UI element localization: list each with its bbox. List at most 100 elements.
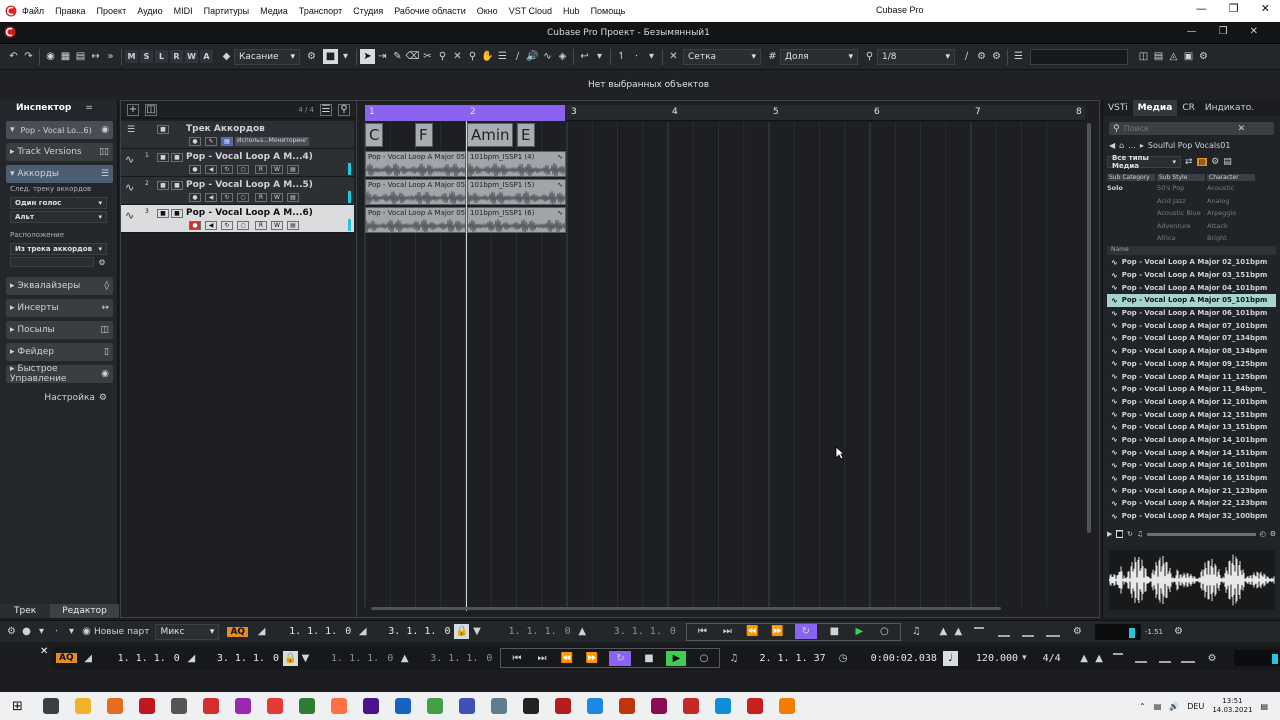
firefox-icon[interactable] bbox=[107, 698, 123, 714]
mix-select[interactable]: Микс ▾ bbox=[155, 623, 220, 640]
solo-button[interactable]: ■ bbox=[171, 153, 183, 162]
list-item[interactable]: ∿ Pop - Vocal Loop A Major 03_151bpm bbox=[1107, 269, 1276, 282]
layout-icon[interactable]: ▤ bbox=[1223, 157, 1232, 167]
filter-value[interactable]: Africa bbox=[1157, 234, 1205, 247]
task-view-icon[interactable] bbox=[43, 698, 59, 714]
read-button[interactable]: ↻ bbox=[221, 165, 233, 174]
back-icon[interactable]: ◀ bbox=[1109, 141, 1115, 150]
range-icon[interactable]: ⇥ bbox=[375, 49, 390, 64]
right-locator[interactable]: 3. 1. 1. bbox=[384, 626, 440, 637]
edit-icon[interactable]: ✎ bbox=[205, 137, 217, 146]
lanes-button[interactable]: W bbox=[271, 165, 283, 174]
track-name[interactable]: Pop - Vocal Loop A M...4) bbox=[186, 152, 313, 162]
play-icon[interactable]: ▶ bbox=[852, 624, 867, 639]
stop-icon[interactable]: ■ bbox=[1116, 530, 1124, 538]
tab-индикато[interactable]: Индикато. bbox=[1200, 100, 1259, 116]
edge-icon[interactable] bbox=[715, 698, 731, 714]
settings-icon[interactable]: ⚙ bbox=[1171, 624, 1186, 639]
chevron-down-icon[interactable]: ▾ bbox=[592, 49, 607, 64]
left-locator-ticks[interactable]: 0 bbox=[341, 626, 355, 637]
lock-icon[interactable]: 🔒 bbox=[283, 650, 299, 666]
chevron-down-icon[interactable]: ▾ bbox=[34, 624, 49, 639]
filter-value[interactable]: 50's Pop bbox=[1157, 184, 1205, 197]
layout-right-icon[interactable]: ◬ bbox=[1166, 49, 1181, 64]
close-icon[interactable]: ✕ bbox=[1261, 2, 1270, 15]
lock-icon[interactable]: ● bbox=[189, 137, 201, 146]
stop-icon[interactable]: ■ bbox=[827, 624, 842, 639]
tab-медиа[interactable]: Медиа bbox=[1132, 100, 1178, 116]
left-locator[interactable]: 1. 1. 1. bbox=[114, 653, 170, 664]
mode-button-s[interactable]: S bbox=[140, 50, 153, 63]
left-locator-icon[interactable]: ◢ bbox=[254, 624, 269, 639]
mode-button-m[interactable]: M bbox=[125, 50, 138, 63]
folder-icon[interactable]: ◫ bbox=[145, 103, 157, 116]
search-input[interactable] bbox=[1123, 124, 1234, 133]
horizontal-scrollbar[interactable] bbox=[371, 607, 1001, 610]
right-locator[interactable]: 3. 1. 1. bbox=[213, 653, 269, 664]
list-item[interactable]: ∿ Pop - Vocal Loop A Major 04_101bpm bbox=[1107, 281, 1276, 294]
forward-icon[interactable]: » bbox=[103, 49, 118, 64]
chevron-down-icon[interactable]: ▾ bbox=[338, 49, 353, 64]
snap-toggle-icon[interactable]: ✕ bbox=[666, 49, 681, 64]
lanes-button[interactable]: W bbox=[271, 221, 283, 230]
mode-button-a[interactable]: A bbox=[200, 50, 213, 63]
glue-icon[interactable]: ⚲ bbox=[435, 49, 450, 64]
play-icon[interactable]: ▶ bbox=[1107, 530, 1112, 538]
punch-in-position[interactable]: 1. 1. 1. bbox=[504, 626, 560, 637]
grid-icon[interactable]: # bbox=[765, 49, 780, 64]
zoom-icon[interactable]: ⚲ bbox=[465, 49, 480, 64]
list-button[interactable]: ▤ bbox=[287, 165, 299, 174]
hand-icon[interactable]: ✋ bbox=[480, 49, 495, 64]
audio-track[interactable]: ∿ 3 ■ ■ Pop - Vocal Loop A M...6) ● ◀ ↻ ○ R W ▤ bbox=[121, 205, 354, 233]
metronome-icon[interactable]: ♫ bbox=[909, 624, 924, 639]
stop-icon[interactable]: ■ bbox=[641, 651, 656, 666]
media-type-select[interactable]: Все типы Медиа ▾ bbox=[1107, 154, 1181, 170]
track-name[interactable]: Pop - Vocal Loop A M...6) bbox=[186, 208, 313, 218]
tray-arrow-icon[interactable]: ⌃ bbox=[1139, 702, 1146, 711]
ruler[interactable]: 1 2 3 4 5 6 7 8 bbox=[365, 105, 1085, 121]
grid-type-select[interactable]: Сетка ▾ bbox=[683, 48, 761, 65]
cubase-icon[interactable] bbox=[747, 698, 763, 714]
punch-out-icon[interactable]: ▲ bbox=[575, 624, 590, 639]
audio-track[interactable]: ∿ 1 ■ ■ Pop - Vocal Loop A M...4) ● ◀ ↻ ○ R W ▤ bbox=[121, 149, 354, 177]
left-locator-ticks[interactable]: 0 bbox=[170, 653, 184, 664]
premiere-icon[interactable] bbox=[363, 698, 379, 714]
chevron-down-icon[interactable]: ▾ bbox=[1022, 653, 1027, 663]
chord-track[interactable]: ☰ ■ Трек Аккордов ● ✎ ▤ Использ...Монито… bbox=[121, 121, 354, 149]
grid-unit-select[interactable]: Доля ▾ bbox=[780, 48, 858, 65]
go-to-end-icon[interactable]: ⏭ bbox=[720, 624, 735, 639]
list-item[interactable]: ∿ Pop - Vocal Loop A Major 11_84bpm_ bbox=[1107, 383, 1276, 396]
os-menu-item[interactable]: Студия bbox=[353, 6, 383, 16]
volume-icon[interactable]: 🔊 bbox=[1169, 702, 1179, 711]
cycle-range[interactable] bbox=[365, 105, 565, 121]
app-icon[interactable] bbox=[267, 698, 283, 714]
list-item[interactable]: ∿ Pop - Vocal Loop A Major 06_101bpm bbox=[1107, 307, 1276, 320]
tab-cr[interactable]: CR bbox=[1177, 100, 1200, 116]
quantize-select[interactable]: 1/8 ▾ bbox=[877, 48, 955, 65]
filter-value[interactable]: Adventure bbox=[1157, 222, 1205, 235]
os-menu-item[interactable]: Транспорт bbox=[299, 6, 342, 16]
filter-value[interactable]: Acid Jazz bbox=[1157, 197, 1205, 210]
inspector-menu-icon[interactable]: = bbox=[85, 103, 93, 113]
column-header[interactable]: Sub Category bbox=[1107, 174, 1155, 181]
punch-out-position[interactable]: 3. 1. 1. bbox=[426, 653, 482, 664]
app-icon[interactable] bbox=[587, 698, 603, 714]
app-icon[interactable] bbox=[619, 698, 635, 714]
app-icon[interactable] bbox=[331, 698, 347, 714]
scissors-icon[interactable]: ✂ bbox=[420, 49, 435, 64]
os-menu-item[interactable]: Медиа bbox=[260, 6, 288, 16]
audio-event[interactable]: Pop - Vocal Loop A Major 05 bbox=[365, 207, 466, 233]
fade-handle-icon[interactable]: ∿ bbox=[557, 181, 563, 189]
eraser-icon[interactable]: ⌫ bbox=[405, 49, 420, 64]
settings-icon[interactable]: ⚙ bbox=[989, 49, 1004, 64]
chord-monitor-select[interactable]: Использ...Мониторинг bbox=[235, 137, 310, 146]
filter-value[interactable]: Bright bbox=[1207, 234, 1255, 247]
list-item[interactable]: ∿ Pop - Vocal Loop A Major 13_151bpm bbox=[1107, 421, 1276, 434]
record-enable-button[interactable]: ● bbox=[189, 165, 201, 174]
speaker-icon[interactable]: ♫ bbox=[1137, 530, 1143, 538]
close-icon[interactable]: ✕ bbox=[40, 646, 48, 657]
settings-icon[interactable]: ⚙ bbox=[1205, 651, 1220, 666]
filter-value[interactable]: Acoustic Blue bbox=[1157, 209, 1205, 222]
os-menu-item[interactable]: Партитуры bbox=[204, 6, 250, 16]
track-name[interactable]: Pop - Vocal Loop A M...5) bbox=[186, 180, 313, 190]
